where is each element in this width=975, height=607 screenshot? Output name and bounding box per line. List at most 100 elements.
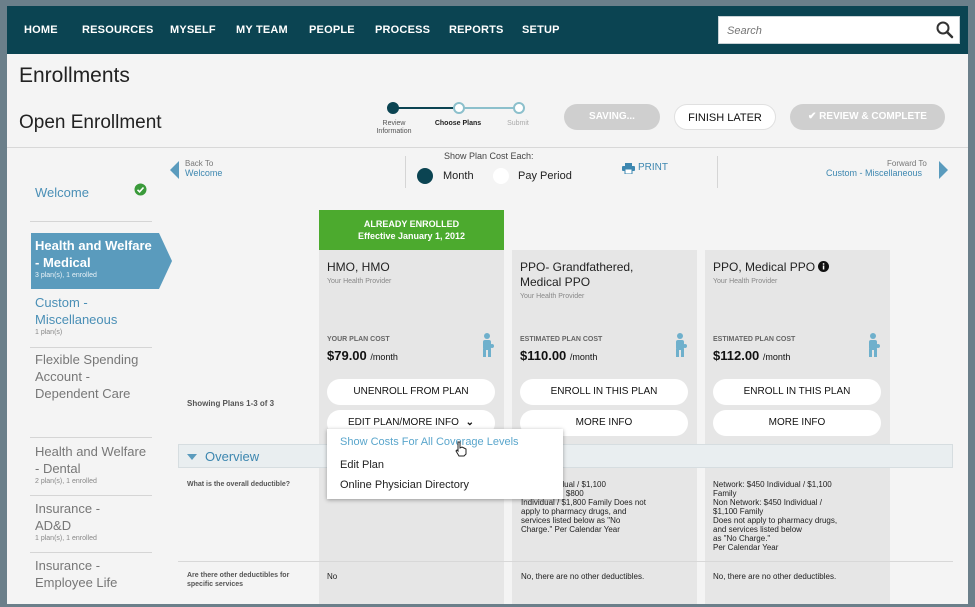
- plan-cost-value: $79.00: [327, 348, 367, 363]
- menu-item-show-costs[interactable]: Show Costs For All Coverage Levels: [340, 436, 519, 448]
- edit-plan-dropdown-menu: Show Costs For All Coverage Levels Edit …: [327, 429, 563, 499]
- enrolled-banner-date: Effective January 1, 2012: [357, 231, 466, 241]
- family-icon[interactable]: [672, 332, 688, 358]
- sidebar-item-add[interactable]: Insurance - AD&D 1 plan(s), 1 enrolled: [35, 500, 125, 542]
- finish-later-button[interactable]: FINISH LATER: [674, 104, 776, 130]
- enrolled-banner-title: ALREADY ENROLLED: [363, 219, 460, 229]
- sidebar-item-dental[interactable]: Health and Welfare - Dental 2 plan(s), 1…: [35, 443, 150, 485]
- answer-cell: No, there are no other deductibles.: [521, 572, 645, 581]
- page-subtitle: Open Enrollment: [19, 112, 162, 133]
- page-title: Enrollments: [19, 64, 130, 87]
- forward-to-link[interactable]: Custom - Miscellaneous: [826, 168, 922, 178]
- sidebar-divider: [30, 552, 152, 553]
- answer-cell: Network: $450 Individual / $1,100 Family…: [713, 480, 838, 552]
- step-dot-review: [387, 102, 399, 114]
- caret-down-icon: [187, 454, 197, 460]
- question-other-deductibles: Are there other deductibles for specific…: [187, 572, 290, 588]
- unenroll-button[interactable]: UNENROLL FROM PLAN: [327, 379, 495, 405]
- saving-button[interactable]: SAVING...: [564, 104, 660, 130]
- enroll-button[interactable]: ENROLL IN THIS PLAN: [713, 379, 881, 405]
- step-line-todo: [457, 107, 517, 109]
- plan-cost-value: $110.00: [520, 348, 567, 363]
- sidebar-item-life[interactable]: Insurance - Employee Life: [35, 557, 135, 591]
- plan-title: PPO, Medical PPO: [713, 260, 816, 274]
- menu-item-physician-directory[interactable]: Online Physician Directory: [340, 479, 469, 491]
- nav-home[interactable]: HOME: [24, 24, 58, 36]
- back-arrow-icon[interactable]: [170, 161, 179, 179]
- step-dot-submit: [513, 102, 525, 114]
- hand-cursor-icon: [455, 441, 467, 457]
- plan-card-ppo-grandfathered: PPO- Grandfathered, Medical PPO Your Hea…: [512, 250, 697, 604]
- back-to-label: Back To: [185, 159, 214, 168]
- step-dot-choose: [453, 102, 465, 114]
- nav-separator: [717, 156, 718, 188]
- sidebar-item-fsa[interactable]: Flexible Spending Account - Dependent Ca…: [35, 351, 150, 402]
- plan-cost: $110.00 /month: [520, 348, 597, 363]
- plan-title: PPO- Grandfathered, Medical PPO: [520, 260, 634, 289]
- sidebar-item-label: Health and Welfare - Medical: [35, 238, 152, 270]
- nav-separator: [405, 156, 406, 188]
- already-enrolled-banner: ALREADY ENROLLED Effective January 1, 20…: [319, 210, 504, 250]
- search-box: [718, 16, 960, 44]
- back-to-link[interactable]: Welcome: [185, 168, 222, 178]
- family-icon[interactable]: [865, 332, 881, 358]
- sidebar-item-label: Insurance - Employee Life: [35, 558, 118, 590]
- plan-card-hmo: HMO, HMO Your Health Provider YOUR PLAN …: [319, 250, 504, 604]
- progress-steps: Review Information Choose Plans Submit: [369, 100, 549, 140]
- pay-period-radio[interactable]: [493, 168, 509, 184]
- show-cost-label: Show Plan Cost Each:: [444, 151, 534, 161]
- step-label-choose: Choose Plans: [434, 120, 482, 127]
- forward-to-label: Forward To: [887, 159, 927, 168]
- enroll-button[interactable]: ENROLL IN THIS PLAN: [520, 379, 688, 405]
- forward-arrow-icon[interactable]: [939, 161, 948, 179]
- plan-cost-period: /month: [370, 352, 398, 362]
- step-line-done: [391, 107, 457, 109]
- review-complete-button[interactable]: ✔ REVIEW & COMPLETE: [790, 104, 945, 130]
- menu-item-edit-plan[interactable]: Edit Plan: [340, 459, 384, 471]
- sidebar-divider: [30, 437, 152, 438]
- nav-resources[interactable]: RESOURCES: [82, 24, 153, 36]
- sidebar-item-label: Custom - Miscellaneous: [35, 295, 118, 327]
- sidebar-item-sub: 1 plan(s), 1 enrolled: [35, 535, 97, 542]
- overview-label: Overview: [205, 449, 260, 464]
- search-input[interactable]: [725, 21, 929, 41]
- search-icon[interactable]: [935, 20, 955, 40]
- nav-my-team[interactable]: MY TEAM: [236, 24, 288, 36]
- sidebar-item-label: Insurance - AD&D: [35, 501, 101, 533]
- plan-cost-label: YOUR PLAN COST: [327, 336, 390, 343]
- nav-people[interactable]: PEOPLE: [309, 24, 355, 36]
- sidebar-divider: [30, 221, 152, 222]
- row-divider: [178, 561, 953, 562]
- sidebar-item-sub: 1 plan(s): [35, 329, 63, 336]
- plan-cost: $79.00 /month: [327, 348, 398, 363]
- nav-myself[interactable]: MYSELF: [170, 24, 216, 36]
- pay-period-label: Pay Period: [518, 170, 572, 182]
- showing-plans-label: Showing Plans 1-3 of 3: [187, 399, 275, 408]
- chevron-down-icon: ⌄: [465, 417, 475, 428]
- answer-cell: No: [327, 572, 338, 581]
- edit-plan-label: EDIT PLAN/MORE INFO: [347, 417, 459, 428]
- question-deductible: What is the overall deductible?: [187, 481, 291, 488]
- print-link[interactable]: PRINT: [638, 162, 668, 173]
- overview-section-header[interactable]: Overview: [178, 444, 953, 468]
- nav-setup[interactable]: SETUP: [522, 24, 560, 36]
- sidebar-item-sub: 3 plan(s), 1 enrolled: [35, 272, 97, 279]
- info-icon[interactable]: [818, 261, 830, 272]
- plan-provider: Your Health Provider: [327, 278, 392, 285]
- step-label-submit: Submit: [507, 120, 529, 127]
- sidebar-item-label: Health and Welfare - Dental: [35, 444, 147, 476]
- nav-process[interactable]: PROCESS: [375, 24, 430, 36]
- sidebar-item-label: Flexible Spending Account - Dependent Ca…: [35, 352, 139, 401]
- family-icon[interactable]: [479, 332, 495, 358]
- plan-cost: $112.00 /month: [713, 348, 790, 363]
- sidebar-item-custom[interactable]: Custom - Miscellaneous 1 plan(s): [35, 294, 157, 336]
- month-radio[interactable]: [417, 168, 433, 184]
- sidebar-active-arrow: [159, 233, 172, 289]
- header-divider: [7, 147, 968, 148]
- sidebar-item-medical[interactable]: Health and Welfare - Medical 3 plan(s), …: [35, 237, 155, 279]
- more-info-button[interactable]: MORE INFO: [713, 410, 881, 436]
- check-circle-icon: [134, 183, 147, 196]
- nav-reports[interactable]: REPORTS: [449, 24, 504, 36]
- print-icon[interactable]: [622, 163, 635, 174]
- plan-cost-label: ESTIMATED PLAN COST: [520, 336, 603, 343]
